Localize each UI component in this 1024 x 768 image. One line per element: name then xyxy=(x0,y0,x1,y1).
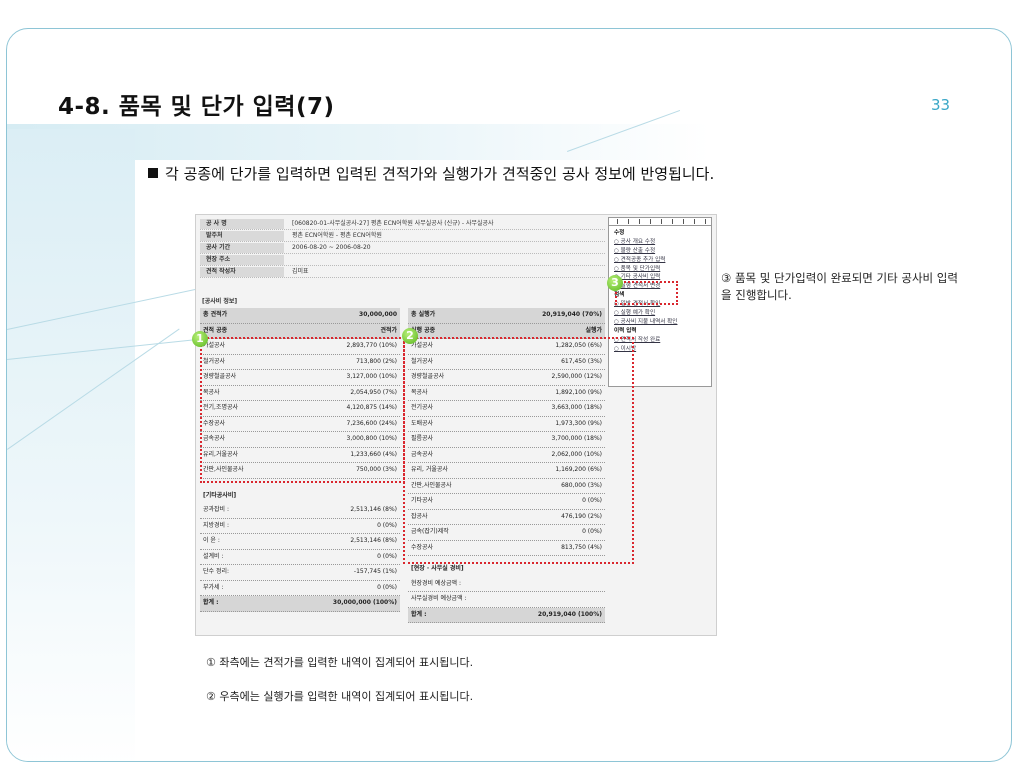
estimate-sum-row: 합계 :30,000,000 (100%) xyxy=(200,596,400,612)
row-name: 설계비 : xyxy=(203,552,224,560)
estimate-other-row: 이 윤 : 2,513,146 (8%) xyxy=(200,534,400,550)
info-value: 평촌 ECN어학원 - 평촌 ECN어학원 xyxy=(292,232,382,239)
info-value: 김미표 xyxy=(292,268,309,275)
row-name: 부가세 : xyxy=(203,583,224,591)
info-row: 견적 작성자 김미표 xyxy=(200,267,605,278)
info-row: 발주처 평촌 ECN어학원 - 평촌 ECN어학원 xyxy=(200,231,605,242)
info-value: [060820-01-사무실공사-27] 평촌 ECN어학원 사무실공사 (신규… xyxy=(292,220,494,227)
caption-1: ① 좌측에는 견적가를 입력한 내역이 집계되어 표시됩니다. xyxy=(206,656,474,669)
site-cost-row: 현장경비 예상금액 : xyxy=(408,577,605,592)
estimate-other-row: 단수 정리: -157,745 (1%) xyxy=(200,565,400,581)
row-name: 단수 정리: xyxy=(203,568,230,575)
row-value: 2,513,146 (8%) xyxy=(350,537,397,544)
site-cost-label: [현장 · 사무실 경비] xyxy=(411,565,464,572)
lead-text: 각 공종에 단가를 입력하면 입력된 견적가와 실행가가 견적중인 공사 정보에… xyxy=(148,163,714,184)
left-band xyxy=(7,129,135,761)
menu-heading: 수정 xyxy=(614,230,625,236)
info-key: 견적 작성자 xyxy=(200,267,284,277)
badge-3: 3 xyxy=(607,275,623,291)
badge-1: 1 xyxy=(192,331,208,347)
execution-total-row: 총 실행가 20,919,040 (70%) xyxy=(408,308,605,324)
row-value: 2,513,146 (8%) xyxy=(350,506,397,513)
execution-sum-row: 합계 :20,919,040 (100%) xyxy=(408,607,605,623)
badge-2: 2 xyxy=(402,328,418,344)
screenshot-panel: 공 사 명 [060820-01-사무실공사-27] 평촌 ECN어학원 사무실공… xyxy=(192,214,717,636)
menu-link[interactable]: ○ 견적공종 추가 입력 xyxy=(614,256,709,265)
info-row: 공사 기간 2006-08-20 ~ 2006-08-20 xyxy=(200,243,605,254)
row-name: 사무실경비 예상금액 : xyxy=(411,595,467,602)
row-value: -157,745 (1%) xyxy=(353,568,397,575)
row-value: 0 (0%) xyxy=(377,552,397,560)
info-key: 현장 주소 xyxy=(200,255,284,265)
menu-heading: 이력 입력 xyxy=(614,327,637,334)
menu-highlight xyxy=(615,281,678,305)
menu-link[interactable]: ○ 공사 개요 수정 xyxy=(614,238,709,247)
cost-info-label: [공사비 정보] xyxy=(202,298,238,305)
info-value: 2006-08-20 ~ 2006-08-20 xyxy=(292,244,371,251)
row-name: 공과잡비 : xyxy=(203,506,230,513)
site-cost-row: 사무실경비 예상금액 : xyxy=(408,592,605,608)
estimate-other-row: 공과잡비 : 2,513,146 (8%) xyxy=(200,503,400,519)
estimate-other-label: [기타공사비] xyxy=(203,491,237,499)
estimate-other-row: 지방경비 : 0 (0%) xyxy=(200,519,400,534)
estimate-highlight xyxy=(200,337,405,483)
row-name: 현장경비 예상금액 : xyxy=(411,579,461,587)
info-row: 공 사 명 [060820-01-사무실공사-27] 평촌 ECN어학원 사무실공… xyxy=(200,219,605,230)
info-row: 현장 주소 xyxy=(200,255,605,266)
row-name: 지방경비 : xyxy=(203,521,230,529)
row-value: 0 (0%) xyxy=(377,521,397,529)
info-key: 공사 기간 xyxy=(200,243,284,253)
side-note: ③ 품목 및 단가입력이 완료되면 기타 공사비 입력을 진행합니다. xyxy=(721,271,958,302)
execution-highlight xyxy=(403,337,634,564)
bullet-square-icon xyxy=(148,168,158,178)
binder-rings xyxy=(609,218,711,226)
estimate-total-row: 총 견적가 30,000,000 xyxy=(200,308,400,324)
info-key: 공 사 명 xyxy=(200,219,284,229)
menu-link[interactable]: ○ 품목 및 단가입력 xyxy=(614,265,709,274)
title-band xyxy=(7,124,1011,160)
info-key: 발주처 xyxy=(200,231,284,241)
menu-link[interactable]: ○ 실행 예가 확인 xyxy=(614,309,709,318)
caption-2: ② 우측에는 실행가를 입력한 내역이 집계되어 표시됩니다. xyxy=(206,690,474,703)
row-name: 이 윤 : xyxy=(203,537,220,544)
estimate-other-row: 설계비 : 0 (0%) xyxy=(200,550,400,565)
row-value: 0 (0%) xyxy=(377,583,397,591)
menu-link[interactable]: ○ 물량 산출 수정 xyxy=(614,247,709,256)
menu-link[interactable]: ○ 공사비 지불 내역서 확인 xyxy=(614,318,709,327)
estimate-other-row: 부가세 : 0 (0%) xyxy=(200,581,400,596)
slide-title: 4-8. 품목 및 단가 입력(7) xyxy=(58,94,335,120)
page-number: 33 xyxy=(931,96,951,114)
